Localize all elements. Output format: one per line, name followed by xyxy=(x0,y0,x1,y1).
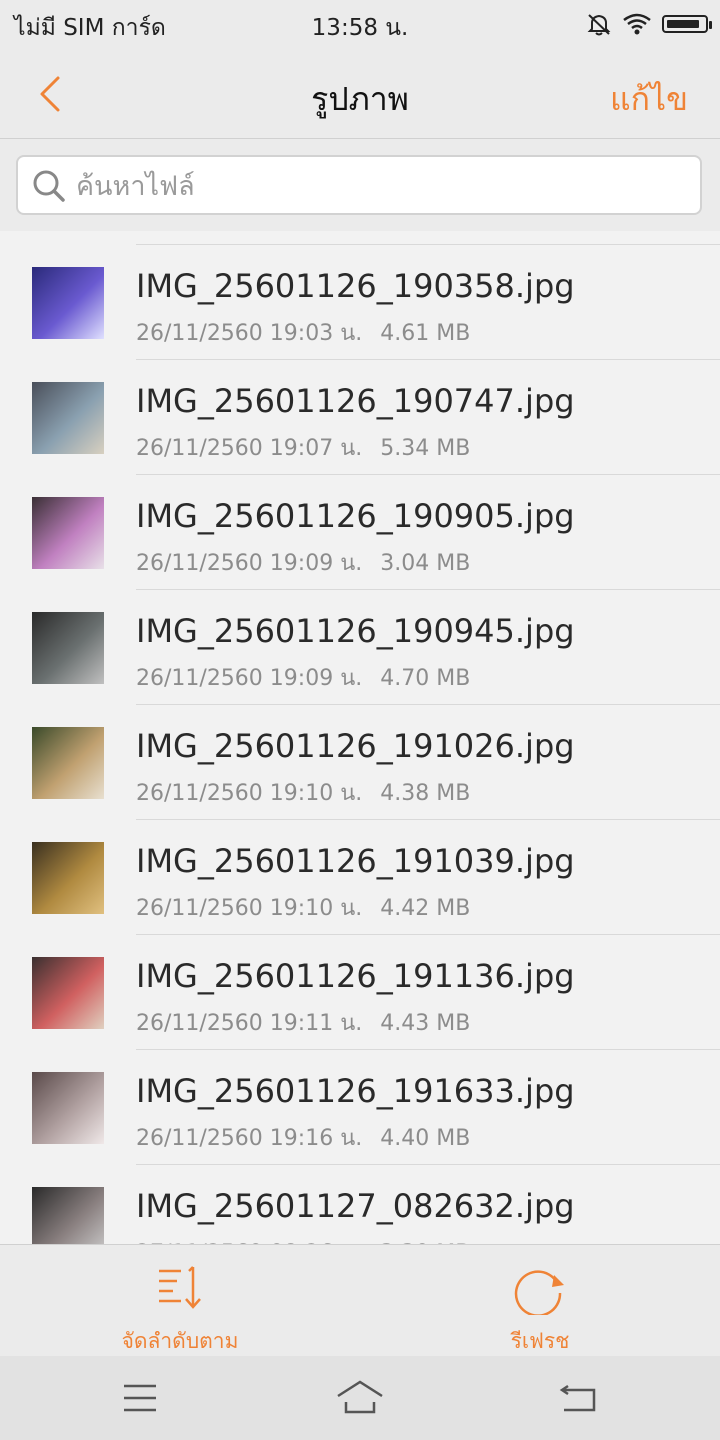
file-name: IMG_25601126_190905.jpg xyxy=(136,497,575,535)
status-icons xyxy=(586,10,712,38)
file-row[interactable]: IMG_25601126_190747.jpg 26/11/2560 19:07 … xyxy=(32,359,720,474)
file-list[interactable]: IMG_25601126_190358.jpg 26/11/2560 19:03 … xyxy=(0,231,720,1244)
file-meta: 26/11/2560 19:09 น. 4.70 MB xyxy=(136,660,470,695)
file-date: 26/11/2560 19:11 น. xyxy=(136,1011,363,1036)
refresh-button[interactable]: รีเฟรช xyxy=(420,1245,660,1357)
file-meta: 26/11/2560 19:16 น. 4.40 MB xyxy=(136,1120,470,1155)
file-name: IMG_25601126_191633.jpg xyxy=(136,1072,575,1110)
image-thumbnail xyxy=(32,1187,104,1244)
file-size: 4.38 MB xyxy=(380,781,471,806)
file-row[interactable]: IMG_25601126_190945.jpg 26/11/2560 19:09 … xyxy=(32,589,720,704)
menu-icon[interactable] xyxy=(116,1376,164,1420)
file-name: IMG_25601126_191026.jpg xyxy=(136,727,575,765)
image-thumbnail xyxy=(32,727,104,799)
file-size: 5.34 MB xyxy=(380,436,471,461)
file-name: IMG_25601126_190945.jpg xyxy=(136,612,575,650)
mute-bell-icon xyxy=(587,14,611,36)
home-icon[interactable] xyxy=(336,1376,384,1420)
file-meta: 26/11/2560 19:09 น. 3.04 MB xyxy=(136,545,470,580)
system-nav-bar xyxy=(0,1356,720,1440)
file-name: IMG_25601126_191136.jpg xyxy=(136,957,575,995)
refresh-label: รีเฟรช xyxy=(510,1329,570,1353)
file-size: 3.04 MB xyxy=(380,551,471,576)
file-meta: 26/11/2560 19:11 น. 4.43 MB xyxy=(136,1005,470,1040)
file-meta: 26/11/2560 19:10 น. 4.42 MB xyxy=(136,890,470,925)
file-date: 26/11/2560 19:07 น. xyxy=(136,436,363,461)
file-meta: 27/11/2560 08:26 น.3.30 MB xyxy=(136,1235,470,1244)
file-date: 26/11/2560 19:03 น. xyxy=(136,321,363,346)
file-name: IMG_25601126_190747.jpg xyxy=(136,382,575,420)
file-date: 26/11/2560 19:09 น. xyxy=(136,551,363,576)
image-thumbnail xyxy=(32,497,104,569)
file-size: 4.42 MB xyxy=(380,896,471,921)
file-row[interactable]: IMG_25601127_082632.jpg 27/11/2560 08:26 … xyxy=(32,1164,720,1244)
status-bar: ไม่มี SIM การ์ด 13:58 น. xyxy=(0,0,720,50)
file-row[interactable]: IMG_25601126_191039.jpg 26/11/2560 19:10 … xyxy=(32,819,720,934)
image-thumbnail xyxy=(32,957,104,1029)
file-size: 4.61 MB xyxy=(380,321,471,346)
file-row[interactable]: IMG_25601126_191633.jpg 26/11/2560 19:16 … xyxy=(32,1049,720,1164)
file-date: 26/11/2560 19:09 น. xyxy=(136,666,363,691)
top-nav-bar: รูปภาพ แก้ไข xyxy=(0,50,720,139)
search-input[interactable] xyxy=(74,163,688,209)
image-thumbnail xyxy=(32,612,104,684)
file-size: 4.43 MB xyxy=(380,1011,471,1036)
file-size: 4.40 MB xyxy=(380,1126,471,1151)
search-icon xyxy=(33,170,65,202)
edit-button[interactable]: แก้ไข xyxy=(610,74,688,125)
file-row[interactable]: IMG_25601126_190905.jpg 26/11/2560 19:09 … xyxy=(32,474,720,589)
image-thumbnail xyxy=(32,267,104,339)
file-row[interactable]: IMG_25601126_191026.jpg 26/11/2560 19:10 … xyxy=(32,704,720,819)
sort-label: จัดลำดับตาม xyxy=(121,1329,239,1353)
file-name: IMG_25601126_191039.jpg xyxy=(136,842,575,880)
refresh-icon xyxy=(514,1270,564,1315)
sort-button[interactable]: จัดลำดับตาม xyxy=(60,1245,300,1357)
file-size: 4.70 MB xyxy=(380,666,471,691)
file-meta: 26/11/2560 19:07 น. 5.34 MB xyxy=(136,430,470,465)
file-name: IMG_25601127_082632.jpg xyxy=(136,1187,575,1225)
wifi-icon xyxy=(623,13,651,35)
back-icon[interactable] xyxy=(556,1376,604,1420)
file-date: 26/11/2560 19:10 น. xyxy=(136,896,363,921)
file-row[interactable]: IMG_25601126_191136.jpg 26/11/2560 19:11 … xyxy=(32,934,720,1049)
file-meta: 26/11/2560 19:10 น. 4.38 MB xyxy=(136,775,470,810)
file-meta: 26/11/2560 19:03 น. 4.61 MB xyxy=(136,315,470,350)
image-thumbnail xyxy=(32,382,104,454)
search-area xyxy=(0,139,720,231)
bottom-toolbar: จัดลำดับตาม รีเฟรช xyxy=(0,1244,720,1357)
image-thumbnail xyxy=(32,842,104,914)
file-row[interactable]: IMG_25601126_190358.jpg 26/11/2560 19:03 … xyxy=(32,244,720,359)
battery-icon xyxy=(662,15,712,33)
file-date: 26/11/2560 19:16 น. xyxy=(136,1126,363,1151)
search-box[interactable] xyxy=(16,155,702,215)
file-date: 26/11/2560 19:10 น. xyxy=(136,781,363,806)
file-name: IMG_25601126_190358.jpg xyxy=(136,267,575,305)
sort-icon xyxy=(159,1266,201,1309)
image-thumbnail xyxy=(32,1072,104,1144)
